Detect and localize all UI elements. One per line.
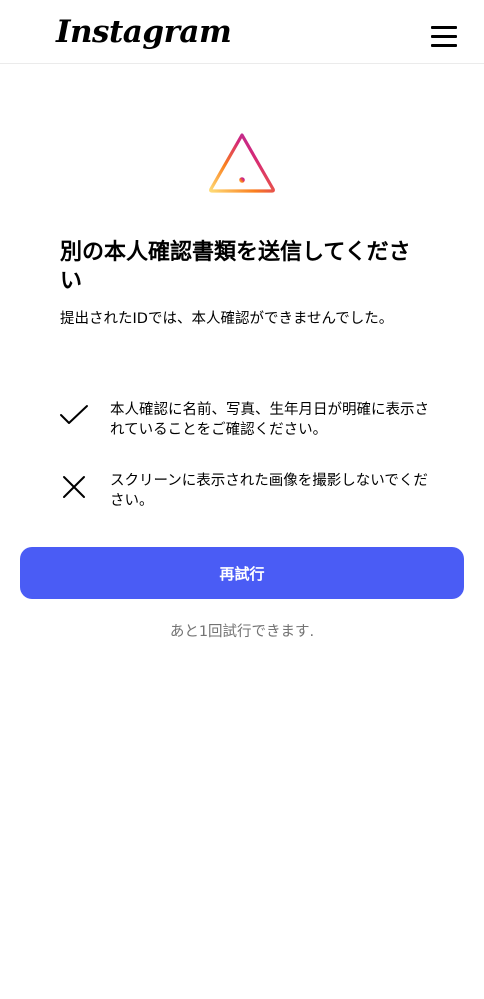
- top-bar: Instagram: [0, 0, 484, 64]
- x-mark-icon: [58, 471, 90, 503]
- page-title: 別の本人確認書類を送信してください: [60, 240, 411, 294]
- warning-triangle-icon: [207, 131, 277, 195]
- menu-line: [431, 35, 457, 38]
- tip-text: スクリーンに表示された画像を撮影しないでください。: [110, 473, 428, 509]
- checkmark-icon: [58, 400, 90, 432]
- menu-line: [431, 44, 457, 47]
- page-subtitle: 提出されたIDでは、本人確認ができませんでした。: [60, 311, 394, 327]
- tip-text: 本人確認に名前、写真、生年月日が明確に表示されていることをご確認ください。: [110, 402, 429, 438]
- hamburger-menu-icon[interactable]: [428, 22, 460, 50]
- instagram-logo[interactable]: Instagram: [56, 14, 232, 50]
- menu-line: [431, 26, 457, 29]
- attempts-remaining-text: あと1回試行できます.: [169, 624, 315, 640]
- retry-button[interactable]: 再試行: [20, 547, 464, 599]
